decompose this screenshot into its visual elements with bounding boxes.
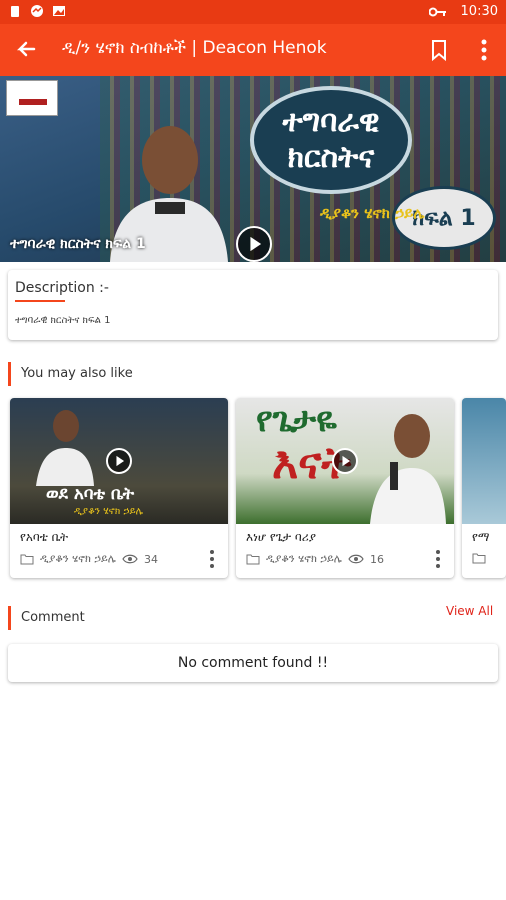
related-card[interactable]: ወደ አባቴ ቤት ዲያቆን ሄኖክ ኃይሌ የአባቴ ቤት ዲያቆን ሄኖክ …: [10, 398, 228, 578]
related-channel: ዲያቆን ሄኖክ ኃይሌ: [40, 552, 116, 565]
description-text: ተግባራዊ ክርስትና ክፍል 1: [15, 315, 111, 326]
video-caption: ተግባራዊ ክርስትና ክፍል 1: [10, 236, 146, 252]
related-meta: ዲያቆን ሄኖክ ኃይሌ 16: [246, 552, 384, 566]
notification-icon: [11, 6, 19, 17]
play-icon[interactable]: [332, 448, 358, 474]
folder-icon: [246, 554, 260, 565]
related-heading: You may also like: [8, 362, 133, 386]
app-bar: ዲ/ን ሄኖክ ስብከቶች | Deacon Henok: [0, 24, 506, 76]
comment-heading: Comment: [8, 606, 85, 630]
speaker-image: [36, 410, 94, 486]
channel-logo: [6, 80, 58, 116]
related-meta: ዲያቆን ሄኖክ ኃይሌ 34: [20, 552, 158, 566]
status-time: 10:30: [460, 4, 498, 19]
description-heading: Description :-: [15, 280, 109, 296]
page-title: ዲ/ን ሄኖክ ስብከቶች | Deacon Henok: [62, 38, 327, 58]
key-icon: [428, 7, 446, 16]
play-icon[interactable]: [236, 226, 272, 262]
thumb-subtitle: ዲያቆን ሄኖክ ኃይሌ: [74, 506, 144, 517]
eye-icon: [348, 554, 364, 564]
speaker-image: [370, 414, 446, 524]
view-all-link[interactable]: View All: [446, 604, 493, 618]
description-card: Description :- ተግባራዊ ክርስትና ክፍል 1: [8, 270, 498, 340]
folder-icon: [20, 554, 34, 565]
related-views: 16: [369, 552, 384, 566]
heading-underline: [15, 300, 65, 302]
related-meta: [472, 552, 486, 564]
messenger-icon: [31, 5, 43, 17]
related-channel: ዲያቆን ሄኖክ ኃይሌ: [266, 552, 342, 565]
speaker-name: ዲያቆን ሄኖክ ኃይሌ: [320, 204, 425, 222]
related-card[interactable]: የጌታዬ እናት እነሆ የጌታ ባሪያ ዲያቆን ሄኖክ ኃይሌ 16: [236, 398, 454, 578]
related-card[interactable]: የማ: [462, 398, 506, 578]
related-title: የአባቴ ቤት: [20, 530, 69, 544]
image-icon: [53, 6, 65, 16]
thumb-title: ወደ አባቴ ቤት: [46, 484, 135, 504]
folder-icon: [472, 553, 486, 564]
status-bar: 10:30: [0, 0, 506, 24]
more-vert-icon[interactable]: [474, 36, 494, 64]
more-vert-icon[interactable]: [206, 548, 218, 570]
related-views: 34: [143, 552, 158, 566]
bookmark-icon[interactable]: [428, 38, 450, 62]
related-title: የማ: [472, 530, 490, 544]
video-player[interactable]: ተግባራዊ ክርስትና ክፍል 1 ዲያቆን ሄኖክ ኃይሌ ተግባራዊ ክርስ…: [0, 76, 506, 262]
more-vert-icon[interactable]: [432, 548, 444, 570]
related-title: እነሆ የጌታ ባሪያ: [246, 530, 317, 544]
back-arrow-icon[interactable]: [12, 36, 40, 64]
title-oval: ተግባራዊ ክርስትና: [250, 86, 412, 194]
thumb-title: የጌታዬ: [256, 400, 337, 440]
play-icon[interactable]: [106, 448, 132, 474]
related-thumbnail: [462, 398, 506, 524]
oval-line-1: ተግባራዊ: [282, 104, 380, 139]
no-comment-message: No comment found !!: [8, 644, 498, 682]
eye-icon: [122, 554, 138, 564]
oval-line-2: ክርስትና: [287, 140, 375, 175]
